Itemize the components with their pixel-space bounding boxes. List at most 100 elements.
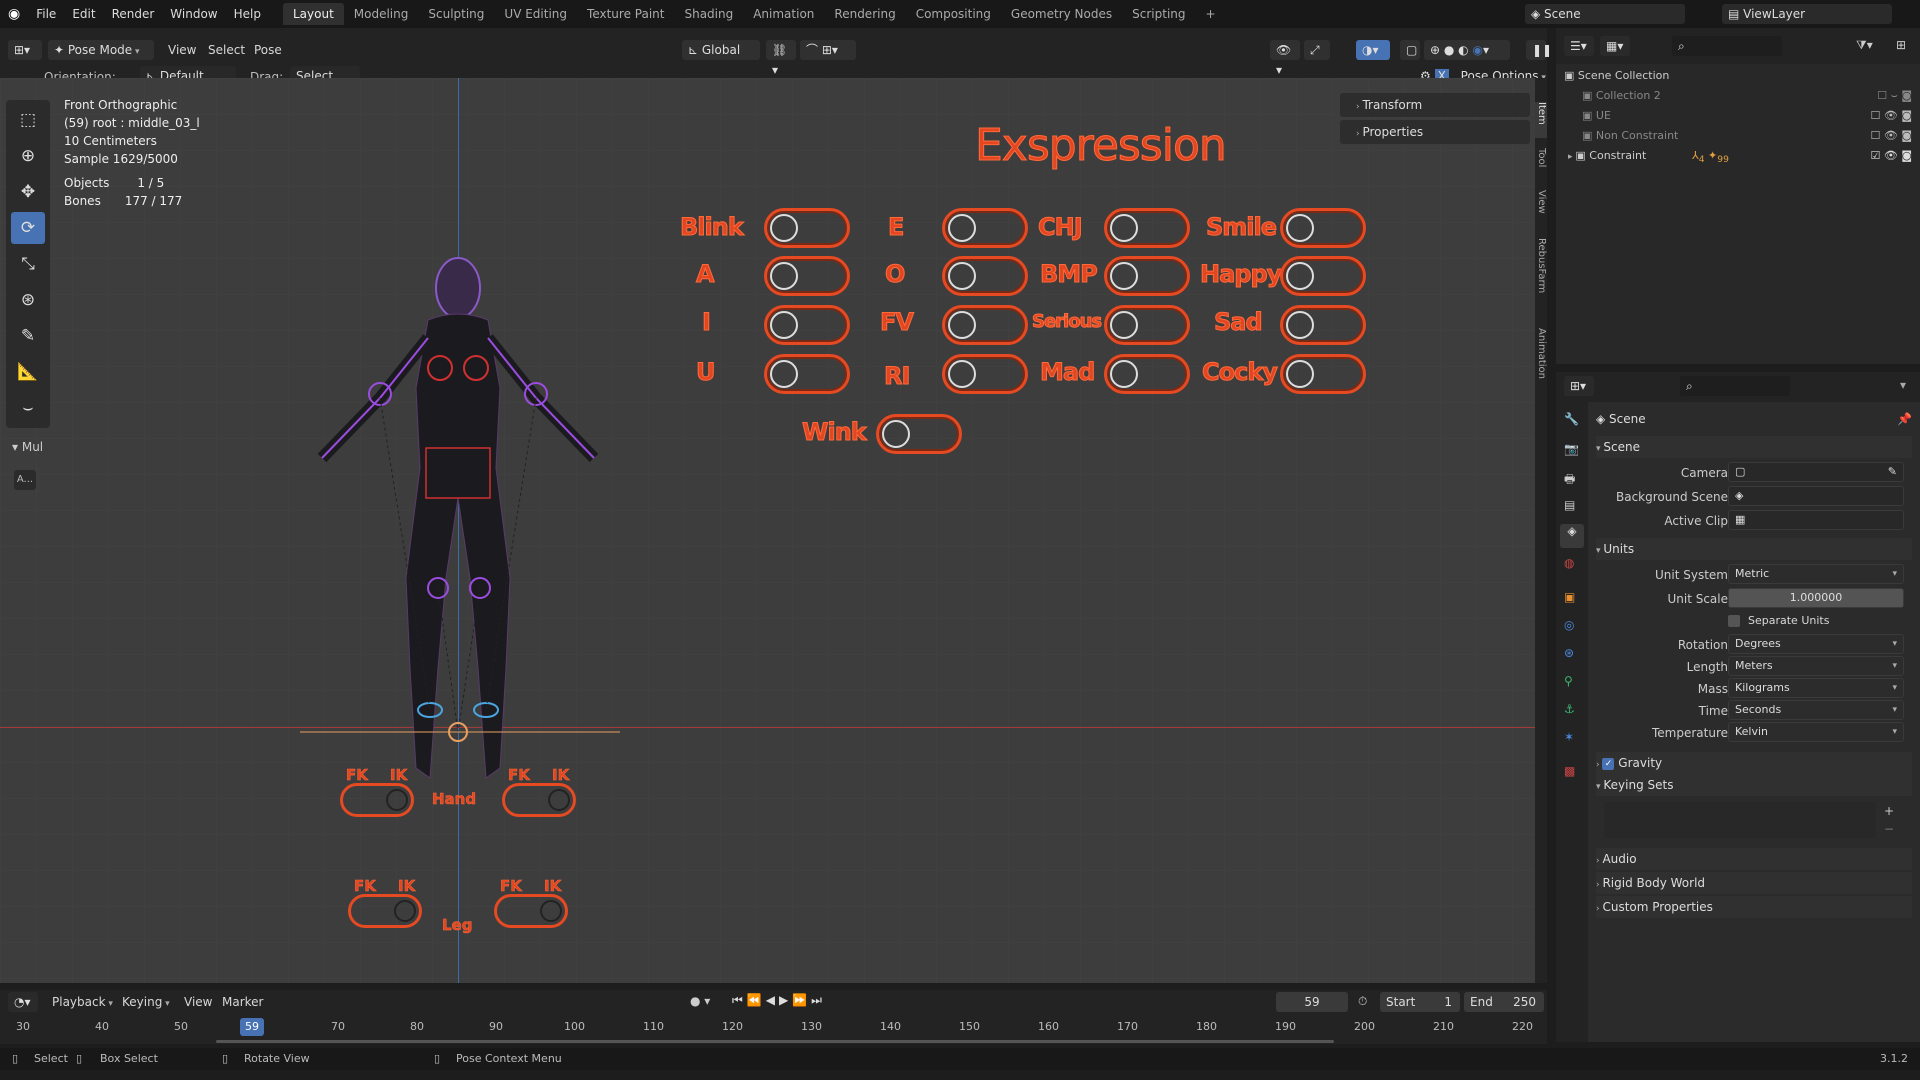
leg-right-fkik-toggle[interactable] — [494, 894, 568, 928]
expr-toggle-smile[interactable] — [1280, 208, 1366, 248]
playback-controls[interactable]: ⏮⏪◀▶⏩⏭ — [732, 993, 826, 1008]
hand-left-fkik-toggle[interactable] — [340, 783, 414, 817]
new-collection-icon[interactable]: ⊞ — [1896, 38, 1906, 52]
constraint-tab-icon[interactable]: ⚓ — [1564, 702, 1575, 716]
panel-audio[interactable]: › Audio — [1596, 848, 1912, 870]
expr-toggle-bmp[interactable] — [1104, 256, 1190, 296]
tab-compositing[interactable]: Compositing — [906, 3, 1001, 25]
keying-sets-list[interactable] — [1604, 802, 1876, 838]
tab-view[interactable]: View — [1535, 190, 1547, 230]
tab-modeling[interactable]: Modeling — [344, 3, 419, 25]
add-workspace-icon[interactable]: + — [1196, 3, 1226, 25]
expr-toggle-wink[interactable] — [876, 414, 962, 454]
data-tab-icon[interactable]: ✶ — [1564, 730, 1574, 744]
eyedropper-icon[interactable]: ✎ — [1888, 463, 1897, 481]
texture-tab-icon[interactable]: ▩ — [1564, 764, 1575, 778]
transform-icon[interactable]: ⊛ — [11, 284, 45, 316]
measure-icon[interactable]: 📐 — [11, 356, 45, 388]
3d-viewport[interactable]: ⬚ ⊕ ✥ ⟳ ⤡ ⊛ ✎ 📐 ⌣ ▾ Mul A... Front Ortho… — [0, 78, 1535, 983]
menu-file[interactable]: File — [28, 0, 64, 28]
panel-gravity[interactable]: › ✓ Gravity — [1596, 752, 1912, 774]
timeline-ruler[interactable]: 30 40 50 59 70 80 90 100 110 120 130 140… — [0, 1014, 1547, 1044]
outliner-root[interactable]: ▣ Scene Collection — [1556, 66, 1920, 86]
leg-left-fkik-toggle[interactable] — [348, 894, 422, 928]
filter-icon[interactable]: ⧩▾ — [1856, 38, 1873, 53]
mass-dropdown[interactable]: Kilograms ▾ — [1728, 678, 1904, 698]
tab-item[interactable]: Item — [1535, 102, 1547, 138]
visibility-icons[interactable]: ☐ ⌣ ◙ — [1877, 86, 1912, 106]
hand-right-fkik-toggle[interactable] — [502, 783, 576, 817]
properties-editor-button[interactable]: ⊞▾ — [1564, 376, 1594, 396]
timeline-menu-view[interactable]: View — [184, 995, 212, 1009]
viewport-menu-pose[interactable]: Pose — [254, 43, 282, 57]
editor-type-button[interactable]: ⊞▾ — [8, 40, 42, 60]
visibility-icons[interactable]: ☐ 👁 ◙ — [1871, 106, 1913, 126]
mode-selector[interactable]: ✦ Pose Mode ▾ — [48, 40, 154, 60]
modifier-tab-icon[interactable]: ◎ — [1564, 618, 1574, 632]
tab-texture-paint[interactable]: Texture Paint — [577, 3, 674, 25]
outliner-item[interactable]: ▣ UE ☐ 👁 ◙ — [1556, 106, 1920, 126]
pin-icon[interactable]: 📌 — [1897, 408, 1912, 430]
visibility-icons[interactable]: ☐ 👁 ◙ — [1871, 126, 1913, 146]
scene-selector[interactable]: ◈ Scene — [1525, 4, 1685, 24]
tab-animation-side[interactable]: Animation — [1535, 328, 1547, 398]
tab-geometry-nodes[interactable]: Geometry Nodes — [1001, 3, 1122, 25]
unit-scale-field[interactable]: 1.000000 — [1728, 588, 1904, 608]
length-dropdown[interactable]: Meters ▾ — [1728, 656, 1904, 676]
shading-buttons[interactable]: ⊕ ● ◐ ◉▾ — [1424, 40, 1510, 60]
visibility-icons[interactable]: ☑ 👁 ◙ — [1871, 146, 1913, 166]
viewlayer-tab-icon[interactable]: ▤ — [1564, 498, 1575, 512]
annotate-icon[interactable]: ✎ — [11, 320, 45, 352]
viewlayer-selector[interactable]: ▤ ViewLayer — [1722, 4, 1892, 24]
tab-animation[interactable]: Animation — [743, 3, 824, 25]
transform-orientation-selector[interactable]: ⊾ Global — [682, 40, 760, 60]
temperature-dropdown[interactable]: Kelvin ▾ — [1728, 722, 1904, 742]
end-frame-field[interactable]: End 250 — [1464, 992, 1544, 1012]
gravity-checkbox[interactable]: ✓ — [1602, 757, 1615, 770]
tab-rebusfarm[interactable]: RebusFarm — [1535, 238, 1547, 318]
menu-help[interactable]: Help — [226, 0, 269, 28]
outliner-display-mode[interactable]: ▦▾ — [1600, 36, 1630, 56]
separate-units-checkbox[interactable] — [1728, 615, 1740, 627]
character-rig[interactable] — [300, 248, 620, 828]
start-frame-field[interactable]: Start 1 — [1380, 992, 1460, 1012]
particles-tab-icon[interactable]: ⊛ — [1564, 646, 1574, 660]
physics-tab-icon[interactable]: ⚲ — [1564, 674, 1573, 688]
tab-scripting[interactable]: Scripting — [1122, 3, 1195, 25]
chevron-down-icon[interactable]: ▾ — [1900, 378, 1906, 392]
xray-button[interactable]: ▢ — [1400, 40, 1420, 60]
object-tab-icon[interactable]: ▣ — [1564, 590, 1575, 604]
tab-tool[interactable]: Tool — [1535, 148, 1547, 184]
current-frame-field[interactable]: 59 — [1276, 992, 1348, 1012]
time-dropdown[interactable]: Seconds ▾ — [1728, 700, 1904, 720]
timeline-menu-playback[interactable]: Playback ▾ — [52, 995, 113, 1009]
expr-toggle-chj[interactable] — [1104, 208, 1190, 248]
tool-tab-icon[interactable]: 🔧 — [1564, 412, 1579, 426]
expr-toggle-fv[interactable] — [942, 305, 1028, 345]
panel-custom-props[interactable]: › Custom Properties — [1596, 896, 1912, 918]
expr-toggle-u[interactable] — [764, 354, 850, 394]
tab-layout[interactable]: Layout — [282, 3, 344, 25]
expr-toggle-blink[interactable] — [764, 208, 850, 248]
move-icon[interactable]: ✥ — [11, 176, 45, 208]
viewport-menu-select[interactable]: Select — [208, 43, 245, 57]
blender-logo-icon[interactable]: ◉ — [0, 0, 28, 28]
panel-rigid-body[interactable]: › Rigid Body World — [1596, 872, 1912, 894]
remove-keying-set-button[interactable]: − — [1884, 822, 1894, 836]
pivot-button[interactable]: ⛓▾ — [766, 40, 796, 77]
add-keying-set-button[interactable]: + — [1884, 804, 1894, 818]
operator-button[interactable]: A... — [14, 470, 36, 490]
snap-button[interactable]: ⌒ ⊞▾ — [800, 40, 856, 60]
outliner-item[interactable]: ▣ Collection 2 ☐ ⌣ ◙ — [1556, 86, 1920, 106]
expr-toggle-mad[interactable] — [1104, 354, 1190, 394]
panel-scene[interactable]: ▾ Scene — [1596, 436, 1912, 458]
unit-system-dropdown[interactable]: Metric ▾ — [1728, 564, 1904, 584]
expr-toggle-a[interactable] — [764, 256, 850, 296]
expr-toggle-happy[interactable] — [1280, 256, 1366, 296]
scale-icon[interactable]: ⤡ — [11, 248, 45, 280]
menu-edit[interactable]: Edit — [64, 0, 103, 28]
expr-toggle-e[interactable] — [942, 208, 1028, 248]
timeline-menu-marker[interactable]: Marker — [222, 995, 263, 1009]
current-frame-marker[interactable]: 59 — [240, 1018, 264, 1036]
timeline-menu-keying[interactable]: Keying ▾ — [122, 995, 170, 1009]
